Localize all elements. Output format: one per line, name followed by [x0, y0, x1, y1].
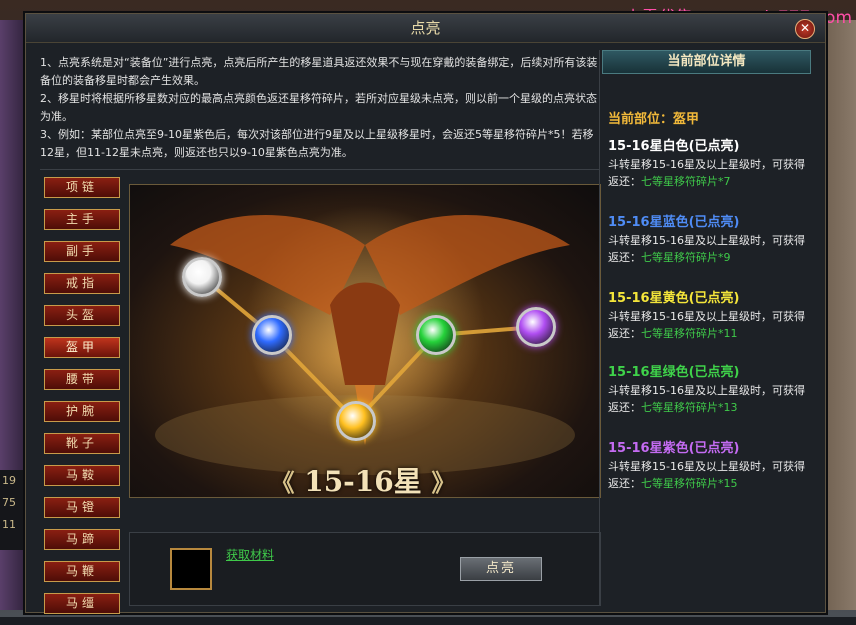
slot-button[interactable]: 护腕 [44, 401, 120, 422]
get-material-link[interactable]: 获取材料 [226, 546, 274, 563]
tier-entry: 15-16星蓝色(已点亮) 斗转星移15-16星及以上星级时，可获得返还：七等星移… [608, 214, 813, 266]
tier-name: 15-16星绿色(已点亮) [608, 365, 740, 380]
rule-1: 1、点亮系统是对“装备位”进行点亮，点亮后所产生的移星道具返还效果不与现在穿戴的… [40, 56, 598, 87]
tier-name: 15-16星蓝色(已点亮) [608, 215, 740, 230]
slot-button[interactable]: 副手 [44, 241, 120, 262]
tier-desc: 斗转星移15-16星及以上星级时，可获得返还：七等星移符碎片*11 [608, 308, 813, 342]
close-button[interactable]: ✕ [795, 19, 815, 39]
tier-name: 15-16星紫色(已点亮) [608, 441, 740, 456]
tier-reward: 七等星移符碎片*11 [641, 327, 738, 340]
star-stage-artwork [129, 184, 601, 498]
rule-2: 2、移星时将根据所移星数对应的最高点亮颜色返还星移符碎片，若所对应星级未点亮，则… [40, 92, 597, 123]
tier-reward: 七等星移符碎片*9 [641, 251, 731, 264]
dialog-title: 点亮 [26, 14, 825, 43]
slot-button[interactable]: 马缰 [44, 593, 120, 614]
current-part: 当前部位：盔甲 [608, 112, 700, 127]
white-orb[interactable] [182, 257, 222, 297]
blue-orb[interactable] [252, 315, 292, 355]
tier-entry: 15-16星紫色(已点亮) 斗转星移15-16星及以上星级时，可获得返还：七等星移… [608, 440, 813, 492]
light-up-button[interactable]: 点亮 [460, 557, 542, 581]
tier-reward: 七等星移符碎片*13 [641, 401, 738, 414]
tier-desc: 斗转星移15-16星及以上星级时，可获得返还：七等星移符碎片*13 [608, 382, 813, 416]
tier-entry: 15-16星绿色(已点亮) 斗转星移15-16星及以上星级时，可获得返还：七等星移… [608, 364, 813, 416]
material-panel: 获取材料 点亮 [129, 532, 601, 606]
prev-stage-arrow[interactable]: 《 [270, 468, 294, 497]
tier-name: 15-16星黄色(已点亮) [608, 291, 740, 306]
tier-name: 15-16星白色(已点亮) [608, 139, 740, 154]
light-up-dialog: 点亮 ✕ 1、点亮系统是对“装备位”进行点亮，点亮后所产生的移星道具返还效果不与… [25, 13, 826, 614]
detail-panel: 当前部位详情 当前部位：盔甲 15-16星白色(已点亮) 斗转星移15-16星及以… [599, 50, 812, 606]
tier-reward: 七等星移符碎片*15 [641, 477, 738, 490]
equipment-slot-list: 项链主手副手戒指头盔盔甲腰带护腕靴子马鞍马镫马蹄马鞭马缰 [44, 177, 120, 625]
tier-desc: 斗转星移15-16星及以上星级时，可获得返还：七等星移符碎片*9 [608, 232, 813, 266]
next-stage-arrow[interactable]: 》 [432, 468, 456, 497]
yellow-orb[interactable] [336, 401, 376, 441]
tier-desc: 斗转星移15-16星及以上星级时，可获得返还：七等星移符碎片*15 [608, 458, 813, 492]
stage-title: 15-16星 [304, 465, 422, 498]
tier-reward: 七等星移符碎片*7 [641, 175, 731, 188]
slot-button[interactable]: 马蹄 [44, 529, 120, 550]
purple-orb[interactable] [516, 307, 556, 347]
slot-button[interactable]: 马鞍 [44, 465, 120, 486]
green-orb[interactable] [416, 315, 456, 355]
rules-text: 1、点亮系统是对“装备位”进行点亮，点亮后所产生的移星道具返还效果不与现在穿戴的… [40, 54, 600, 162]
slot-button[interactable]: 主手 [44, 209, 120, 230]
slot-button[interactable]: 腰带 [44, 369, 120, 390]
slot-button[interactable]: 马鞭 [44, 561, 120, 582]
tier-desc: 斗转星移15-16星及以上星级时，可获得返还：七等星移符碎片*7 [608, 156, 813, 190]
slot-button[interactable]: 盔甲 [44, 337, 120, 358]
rule-3: 3、例如：某部位点亮至9-10星紫色后，每次对该部位进行9星及以上星级移星时，会… [40, 128, 594, 159]
divider [40, 169, 600, 170]
slot-button[interactable]: 项链 [44, 177, 120, 198]
material-slot[interactable] [170, 548, 212, 590]
slot-button[interactable]: 马镫 [44, 497, 120, 518]
stage-banner: 《 15-16星 》 [174, 462, 552, 502]
tier-entry: 15-16星白色(已点亮) 斗转星移15-16星及以上星级时，可获得返还：七等星移… [608, 138, 813, 190]
slot-button[interactable]: 头盔 [44, 305, 120, 326]
detail-header: 当前部位详情 [602, 50, 811, 74]
tier-entry: 15-16星黄色(已点亮) 斗转星移15-16星及以上星级时，可获得返还：七等星移… [608, 290, 813, 342]
slot-button[interactable]: 戒指 [44, 273, 120, 294]
slot-button[interactable]: 靴子 [44, 433, 120, 454]
